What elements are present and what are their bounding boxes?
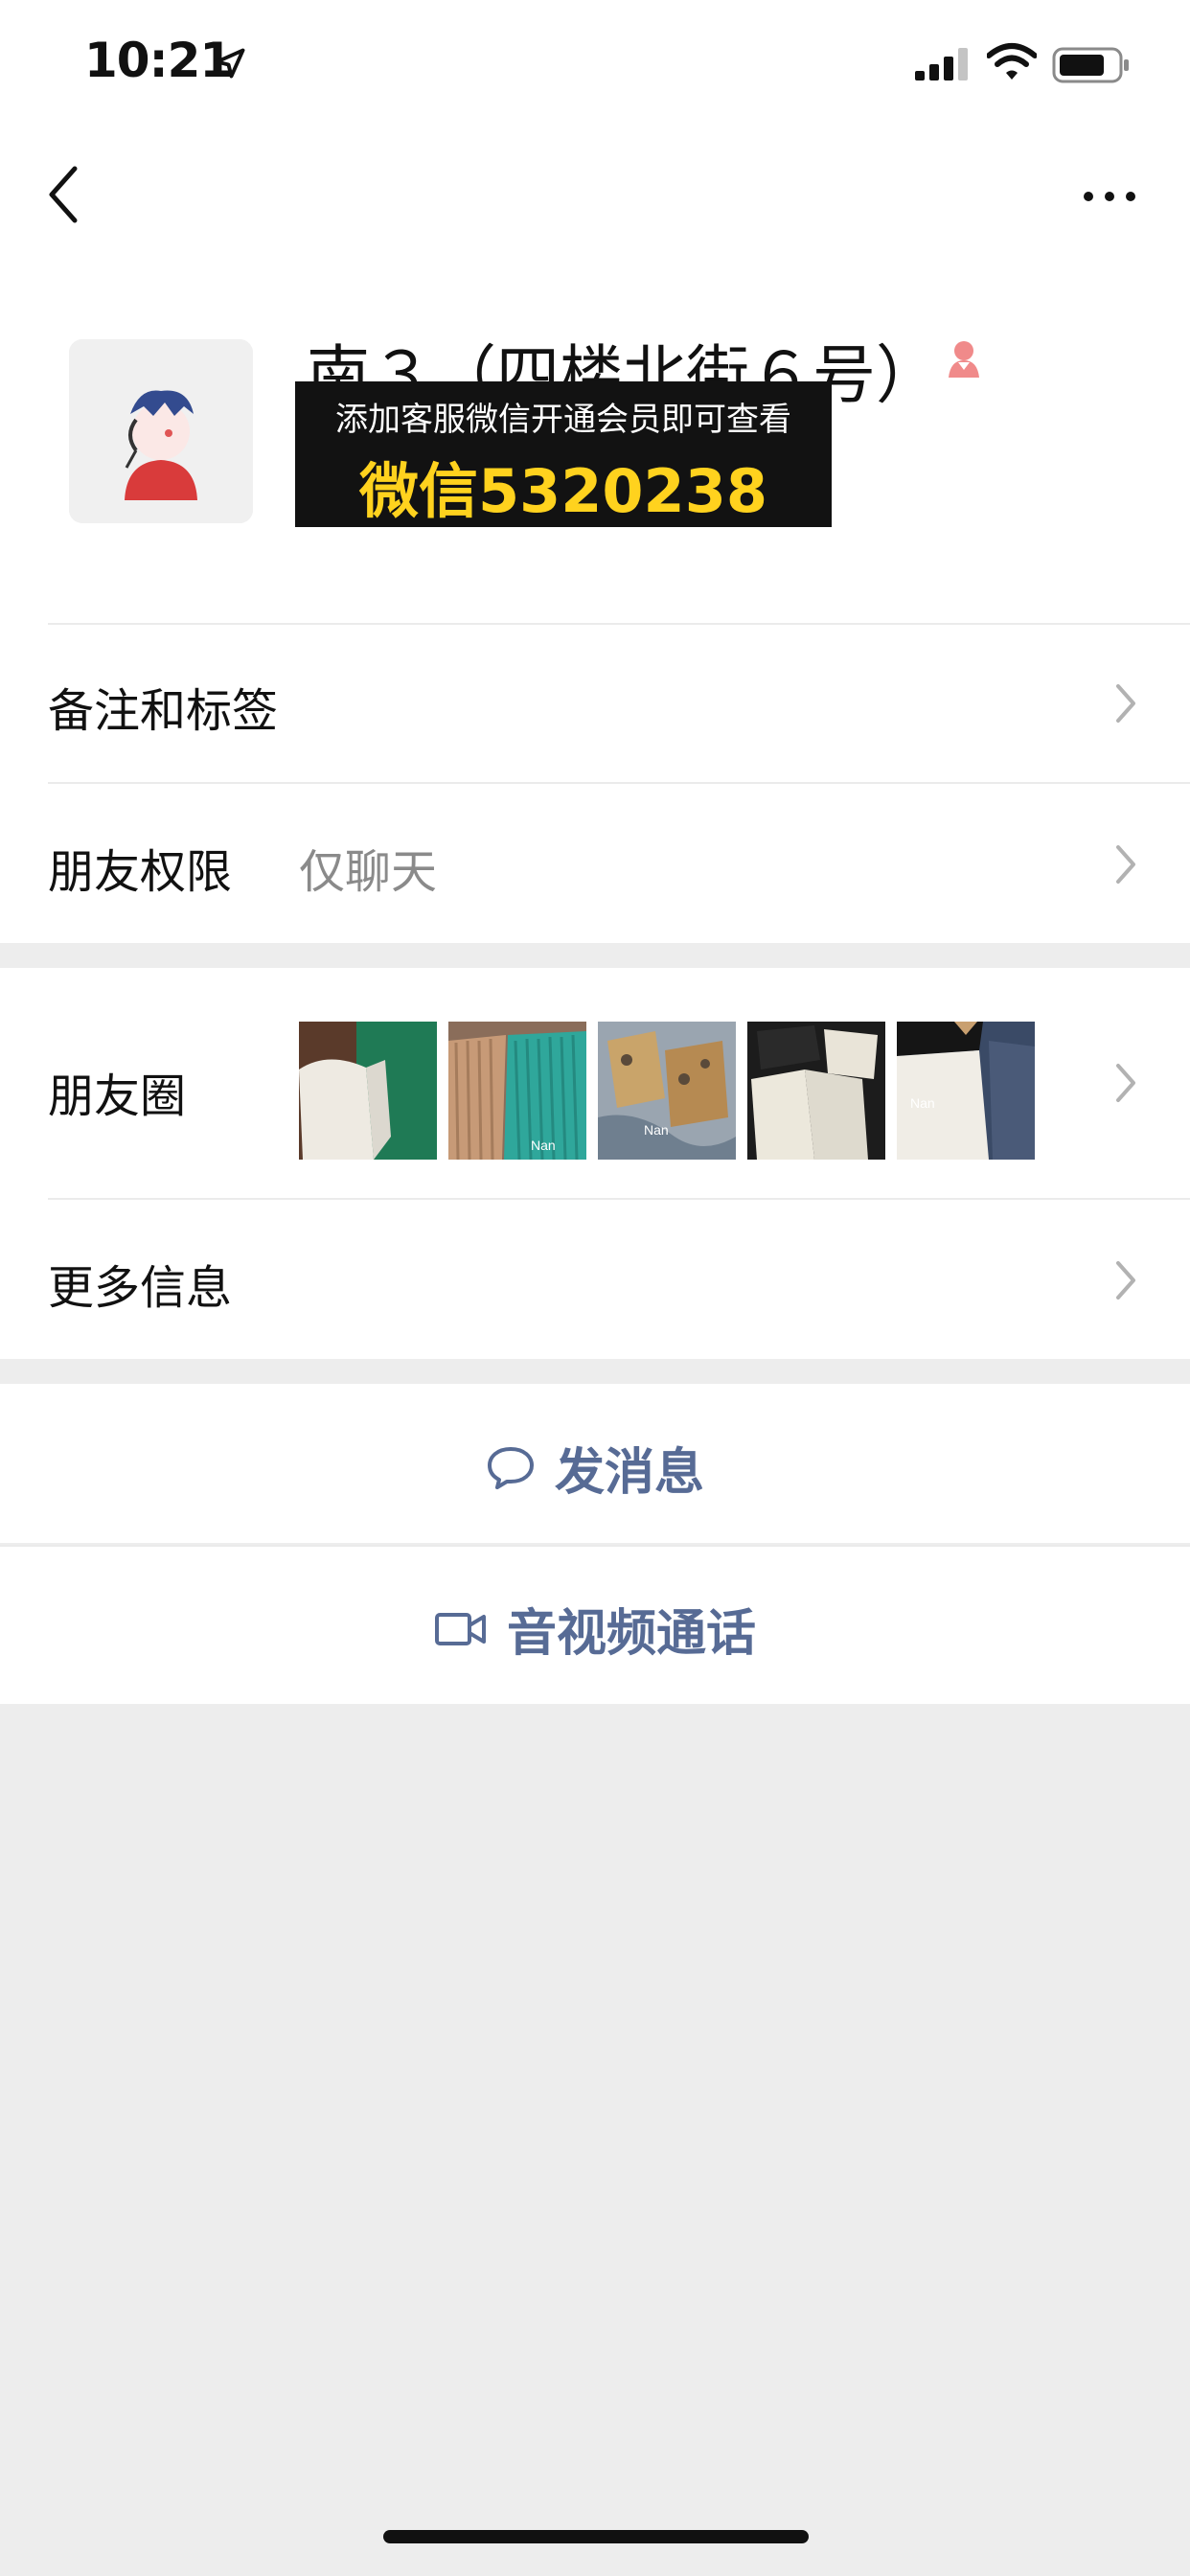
- divider: [0, 1545, 1190, 1547]
- remarks-tags-label: 备注和标签: [48, 684, 279, 738]
- location-arrow-icon: [215, 48, 245, 79]
- chevron-right-icon: [1116, 684, 1135, 723]
- chevron-right-icon: [1116, 1261, 1135, 1300]
- friend-permissions-label: 朋友权限: [48, 845, 233, 899]
- moments-thumbnail: [299, 1022, 437, 1160]
- nav-bar: [0, 134, 1190, 307]
- divider: [48, 782, 1190, 784]
- battery-icon: [1052, 47, 1129, 83]
- avatar[interactable]: [69, 339, 253, 523]
- thumb-watermark: Nan: [644, 1122, 669, 1138]
- friend-permissions-value: 仅聊天: [299, 845, 438, 899]
- profile-header: 南３（四楼北街６号） 添加客服微信开通会员即可查看 微信5320238: [0, 307, 1190, 623]
- chevron-right-icon: [1116, 845, 1135, 884]
- thumb-watermark: Nan: [910, 1095, 935, 1111]
- more-info-row[interactable]: 更多信息: [0, 1198, 1190, 1359]
- more-info-label: 更多信息: [48, 1261, 233, 1315]
- chevron-right-icon: [1116, 1064, 1135, 1102]
- back-chevron-icon[interactable]: [44, 163, 82, 226]
- friend-permissions-row[interactable]: 朋友权限 仅聊天: [0, 782, 1190, 943]
- moments-thumbnail: Nan: [897, 1022, 1035, 1160]
- status-time: 10:21: [84, 33, 233, 88]
- divider: [48, 1198, 1190, 1200]
- moments-thumbnail: Nan: [448, 1022, 586, 1160]
- thumb-watermark: Nan: [531, 1138, 556, 1153]
- moments-thumbnail: Nan: [598, 1022, 736, 1160]
- signal-icon: [915, 48, 968, 80]
- av-call-button[interactable]: 音视频通话: [0, 1545, 1190, 1704]
- av-call-label: 音视频通话: [506, 1605, 756, 1663]
- home-indicator[interactable]: [383, 2530, 809, 2543]
- ad-text-line2: 微信5320238: [359, 456, 767, 526]
- moments-row[interactable]: 朋友圈 Nan Nan Nan: [0, 968, 1190, 1198]
- ad-overlay-banner: 添加客服微信开通会员即可查看 微信5320238: [295, 381, 832, 527]
- send-message-label: 发消息: [554, 1444, 704, 1502]
- send-message-button[interactable]: 发消息: [0, 1384, 1190, 1543]
- female-icon: [949, 341, 979, 378]
- wifi-icon: [987, 43, 1037, 80]
- ad-text-line1: 添加客服微信开通会员即可查看: [335, 401, 791, 439]
- chat-bubble-icon: [487, 1446, 534, 1489]
- divider: [48, 623, 1190, 625]
- remarks-tags-row[interactable]: 备注和标签: [0, 623, 1190, 782]
- video-camera-icon: [434, 1612, 486, 1645]
- status-bar: 10:21: [0, 0, 1190, 134]
- moments-thumbnail: [747, 1022, 885, 1160]
- moments-label: 朋友圈: [48, 1070, 187, 1123]
- more-dots-icon[interactable]: [1081, 182, 1138, 211]
